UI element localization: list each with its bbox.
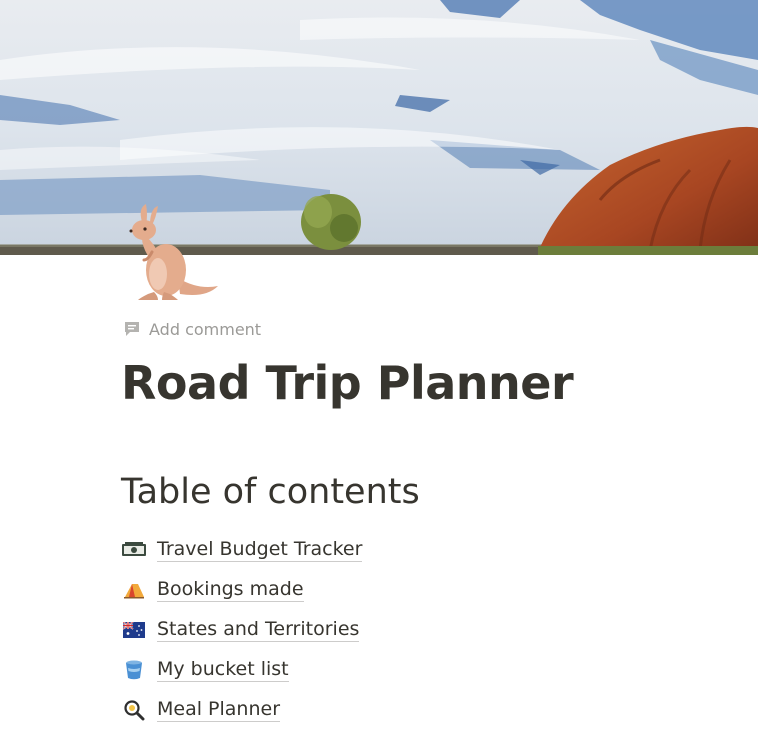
page-title[interactable]: Road Trip Planner [121, 356, 574, 410]
magnifier-icon [121, 697, 147, 723]
money-icon [121, 537, 147, 563]
cover-illustration [0, 0, 758, 255]
toc-link-bookings-made[interactable]: Bookings made [157, 578, 304, 603]
toc-item[interactable]: States and Territories [121, 610, 362, 650]
toc-item[interactable]: Travel Budget Tracker [121, 530, 363, 570]
toc-link-travel-budget-tracker[interactable]: Travel Budget Tracker [157, 538, 363, 563]
kangaroo-icon [129, 204, 218, 300]
comment-icon [123, 320, 141, 338]
page-icon[interactable] [118, 200, 222, 304]
toc-item[interactable]: Bookings made [121, 570, 362, 610]
australia-flag-icon [121, 617, 147, 643]
add-comment-button[interactable]: Add comment [123, 318, 261, 340]
toc-item[interactable]: Meal Planner [121, 690, 362, 730]
cup-icon [121, 657, 147, 683]
add-comment-label: Add comment [149, 319, 262, 339]
toc-link-states-and-territories[interactable]: States and Territories [157, 618, 360, 643]
toc-link-my-bucket-list[interactable]: My bucket list [157, 658, 289, 683]
toc-item[interactable]: My bucket list [121, 650, 362, 690]
tent-icon [121, 577, 147, 603]
cover-image[interactable] [0, 0, 758, 255]
toc-link-meal-planner[interactable]: Meal Planner [157, 698, 281, 723]
toc-list: Travel Budget Tracker Bookings made Stat… [121, 530, 363, 730]
toc-heading[interactable]: Table of contents [121, 472, 420, 512]
